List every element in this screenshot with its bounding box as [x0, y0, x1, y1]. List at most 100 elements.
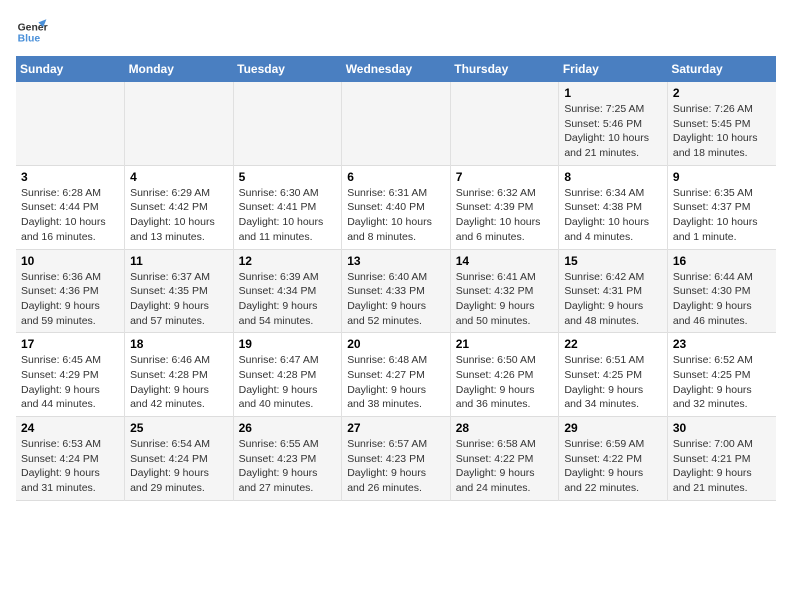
calendar-cell: 8 Sunrise: 6:34 AM Sunset: 4:38 PM Daylig… — [559, 165, 668, 249]
calendar-cell: 2 Sunrise: 7:26 AM Sunset: 5:45 PM Daylig… — [667, 82, 776, 165]
calendar-cell: 21 Sunrise: 6:50 AM Sunset: 4:26 PM Dayli… — [450, 333, 559, 417]
weekday-header: Sunday — [16, 56, 125, 82]
day-info: Sunrise: 6:50 AM Sunset: 4:26 PM Dayligh… — [456, 353, 554, 412]
weekday-header: Wednesday — [342, 56, 451, 82]
calendar-cell: 4 Sunrise: 6:29 AM Sunset: 4:42 PM Daylig… — [125, 165, 234, 249]
day-info: Sunrise: 6:40 AM Sunset: 4:33 PM Dayligh… — [347, 270, 445, 329]
day-number: 26 — [239, 421, 337, 435]
calendar-week-row: 24 Sunrise: 6:53 AM Sunset: 4:24 PM Dayli… — [16, 417, 776, 501]
day-number: 24 — [21, 421, 119, 435]
day-number: 28 — [456, 421, 554, 435]
day-info: Sunrise: 6:48 AM Sunset: 4:27 PM Dayligh… — [347, 353, 445, 412]
day-info: Sunrise: 6:31 AM Sunset: 4:40 PM Dayligh… — [347, 186, 445, 245]
day-info: Sunrise: 6:44 AM Sunset: 4:30 PM Dayligh… — [673, 270, 771, 329]
day-info: Sunrise: 6:34 AM Sunset: 4:38 PM Dayligh… — [564, 186, 662, 245]
calendar-cell: 7Sunrise: 6:32 AM Sunset: 4:39 PM Daylig… — [450, 165, 559, 249]
day-number: 9 — [673, 170, 771, 184]
calendar-cell: 12 Sunrise: 6:39 AM Sunset: 4:34 PM Dayli… — [233, 249, 342, 333]
day-number: 1 — [564, 86, 662, 100]
day-number: 30 — [673, 421, 771, 435]
day-number: 22 — [564, 337, 662, 351]
day-info: Sunrise: 6:59 AM Sunset: 4:22 PM Dayligh… — [564, 437, 662, 496]
day-number: 12 — [239, 254, 337, 268]
svg-text:Blue: Blue — [18, 34, 41, 45]
day-info: Sunrise: 6:51 AM Sunset: 4:25 PM Dayligh… — [564, 353, 662, 412]
calendar-cell: 1 Sunrise: 7:25 AM Sunset: 5:46 PM Daylig… — [559, 82, 668, 165]
day-info: Sunrise: 6:42 AM Sunset: 4:31 PM Dayligh… — [564, 270, 662, 329]
day-info: Sunrise: 6:32 AM Sunset: 4:39 PM Dayligh… — [456, 186, 554, 245]
calendar-cell: 29 Sunrise: 6:59 AM Sunset: 4:22 PM Dayli… — [559, 417, 668, 501]
page-header: General Blue — [16, 16, 776, 48]
calendar-cell: 26 Sunrise: 6:55 AM Sunset: 4:23 PM Dayli… — [233, 417, 342, 501]
calendar-cell: 11 Sunrise: 6:37 AM Sunset: 4:35 PM Dayli… — [125, 249, 234, 333]
weekday-header: Friday — [559, 56, 668, 82]
calendar-cell: 3Sunrise: 6:28 AM Sunset: 4:44 PM Daylig… — [16, 165, 125, 249]
weekday-header: Saturday — [667, 56, 776, 82]
day-number: 4 — [130, 170, 228, 184]
day-info: Sunrise: 7:00 AM Sunset: 4:21 PM Dayligh… — [673, 437, 771, 496]
calendar-cell: 30 Sunrise: 7:00 AM Sunset: 4:21 PM Dayli… — [667, 417, 776, 501]
day-info: Sunrise: 6:35 AM Sunset: 4:37 PM Dayligh… — [673, 186, 771, 245]
day-number: 18 — [130, 337, 228, 351]
calendar-cell: 27Sunrise: 6:57 AM Sunset: 4:23 PM Dayli… — [342, 417, 451, 501]
day-number: 23 — [673, 337, 771, 351]
day-info: Sunrise: 6:28 AM Sunset: 4:44 PM Dayligh… — [21, 186, 119, 245]
calendar-table: SundayMondayTuesdayWednesdayThursdayFrid… — [16, 56, 776, 501]
calendar-cell: 19 Sunrise: 6:47 AM Sunset: 4:28 PM Dayli… — [233, 333, 342, 417]
day-number: 10 — [21, 254, 119, 268]
day-info: Sunrise: 6:55 AM Sunset: 4:23 PM Dayligh… — [239, 437, 337, 496]
day-info: Sunrise: 6:30 AM Sunset: 4:41 PM Dayligh… — [239, 186, 337, 245]
day-info: Sunrise: 6:46 AM Sunset: 4:28 PM Dayligh… — [130, 353, 228, 412]
calendar-cell: 20 Sunrise: 6:48 AM Sunset: 4:27 PM Dayli… — [342, 333, 451, 417]
day-info: Sunrise: 6:58 AM Sunset: 4:22 PM Dayligh… — [456, 437, 554, 496]
calendar-cell: 17 Sunrise: 6:45 AM Sunset: 4:29 PM Dayli… — [16, 333, 125, 417]
day-number: 29 — [564, 421, 662, 435]
calendar-cell: 22 Sunrise: 6:51 AM Sunset: 4:25 PM Dayli… — [559, 333, 668, 417]
day-number: 6 — [347, 170, 445, 184]
logo-icon: General Blue — [16, 16, 48, 48]
calendar-cell: 16 Sunrise: 6:44 AM Sunset: 4:30 PM Dayli… — [667, 249, 776, 333]
day-number: 16 — [673, 254, 771, 268]
calendar-week-row: 17 Sunrise: 6:45 AM Sunset: 4:29 PM Dayli… — [16, 333, 776, 417]
day-info: Sunrise: 6:57 AM Sunset: 4:23 PM Dayligh… — [347, 437, 445, 496]
day-info: Sunrise: 6:29 AM Sunset: 4:42 PM Dayligh… — [130, 186, 228, 245]
day-number: 15 — [564, 254, 662, 268]
day-info: Sunrise: 6:37 AM Sunset: 4:35 PM Dayligh… — [130, 270, 228, 329]
day-number: 11 — [130, 254, 228, 268]
day-info: Sunrise: 6:45 AM Sunset: 4:29 PM Dayligh… — [21, 353, 119, 412]
day-number: 8 — [564, 170, 662, 184]
day-info: Sunrise: 7:26 AM Sunset: 5:45 PM Dayligh… — [673, 102, 771, 161]
logo: General Blue — [16, 16, 48, 48]
day-number: 14 — [456, 254, 554, 268]
day-info: Sunrise: 6:52 AM Sunset: 4:25 PM Dayligh… — [673, 353, 771, 412]
calendar-cell: 13 Sunrise: 6:40 AM Sunset: 4:33 PM Dayli… — [342, 249, 451, 333]
calendar-cell: 5 Sunrise: 6:30 AM Sunset: 4:41 PM Daylig… — [233, 165, 342, 249]
calendar-cell — [342, 82, 451, 165]
day-info: Sunrise: 6:39 AM Sunset: 4:34 PM Dayligh… — [239, 270, 337, 329]
day-number: 2 — [673, 86, 771, 100]
calendar-week-row: 10 Sunrise: 6:36 AM Sunset: 4:36 PM Dayli… — [16, 249, 776, 333]
day-number: 19 — [239, 337, 337, 351]
day-number: 25 — [130, 421, 228, 435]
day-number: 17 — [21, 337, 119, 351]
calendar-cell: 24 Sunrise: 6:53 AM Sunset: 4:24 PM Dayli… — [16, 417, 125, 501]
calendar-cell — [16, 82, 125, 165]
day-number: 5 — [239, 170, 337, 184]
weekday-header: Thursday — [450, 56, 559, 82]
weekday-header: Tuesday — [233, 56, 342, 82]
calendar-cell: 15 Sunrise: 6:42 AM Sunset: 4:31 PM Dayli… — [559, 249, 668, 333]
calendar-cell — [125, 82, 234, 165]
day-info: Sunrise: 6:36 AM Sunset: 4:36 PM Dayligh… — [21, 270, 119, 329]
day-number: 20 — [347, 337, 445, 351]
day-info: Sunrise: 7:25 AM Sunset: 5:46 PM Dayligh… — [564, 102, 662, 161]
calendar-cell: 9 Sunrise: 6:35 AM Sunset: 4:37 PM Daylig… — [667, 165, 776, 249]
day-info: Sunrise: 6:53 AM Sunset: 4:24 PM Dayligh… — [21, 437, 119, 496]
calendar-cell: 25Sunrise: 6:54 AM Sunset: 4:24 PM Dayli… — [125, 417, 234, 501]
day-number: 13 — [347, 254, 445, 268]
calendar-cell: 14 Sunrise: 6:41 AM Sunset: 4:32 PM Dayli… — [450, 249, 559, 333]
calendar-cell — [233, 82, 342, 165]
calendar-cell: 10 Sunrise: 6:36 AM Sunset: 4:36 PM Dayli… — [16, 249, 125, 333]
day-number: 21 — [456, 337, 554, 351]
day-info: Sunrise: 6:47 AM Sunset: 4:28 PM Dayligh… — [239, 353, 337, 412]
day-info: Sunrise: 6:41 AM Sunset: 4:32 PM Dayligh… — [456, 270, 554, 329]
